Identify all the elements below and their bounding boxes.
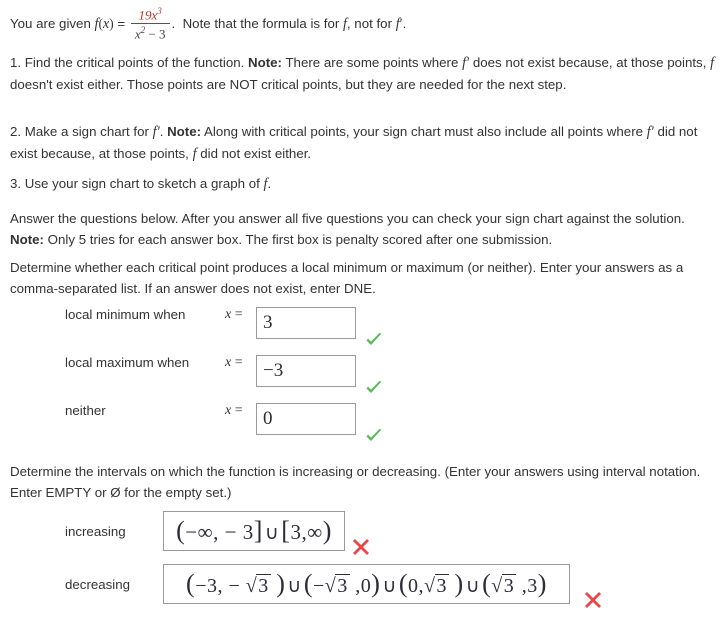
fraction-denominator: x2 − 3 (130, 22, 170, 42)
x-equals-local-minimum: x = (225, 307, 243, 322)
answer-row-local-minimum: local minimum when x = (65, 307, 356, 339)
instruction-step-1: 1. Find the critical points of the funct… (10, 52, 716, 95)
step2-text-e: did not exist either. (196, 146, 312, 161)
input-local-maximum[interactable] (256, 355, 356, 387)
step2-text-a: 2. Make a sign chart for (10, 124, 153, 139)
step1-text-c: does not exist because, at those points, (469, 55, 711, 70)
question-1-prompt: Determine whether each critical point pr… (10, 257, 716, 299)
step2-text-b: . (159, 124, 168, 139)
step1-f-1: f (710, 55, 715, 71)
input-decreasing[interactable]: (−3, − √3 ) ∪(−√3 ,0) ∪(0,√3 ) ∪(√3 ,3) (163, 564, 570, 604)
step3-text-a: 3. Use your sign chart to sketch a graph… (10, 176, 264, 191)
label-decreasing-wrap: decreasing (65, 577, 130, 592)
instruction-step-3: 3. Use your sign chart to sketch a graph… (10, 173, 716, 195)
step1-text-d: doesn't exist either. Those points are N… (10, 77, 567, 92)
answer-row-neither: neither x = (65, 403, 356, 435)
input-increasing-value: (−∞, − 3] ∪[3,∞) (176, 516, 332, 545)
problem-statement: You are given f(x) = 19x3 x2 − 3. Note th… (10, 6, 720, 42)
check-icon-local-maximum (364, 378, 384, 398)
input-local-minimum[interactable] (256, 307, 356, 339)
label-increasing-wrap: increasing (65, 524, 126, 539)
step1-text-a: 1. Find the critical points of the funct… (10, 55, 248, 70)
step1-note-label: Note: (248, 55, 282, 70)
label-local-minimum: local minimum when (65, 307, 186, 322)
label-neither: neither (65, 403, 106, 418)
x-equals-local-maximum: x = (225, 355, 243, 370)
formula-fraction: 19x3 x2 − 3 (130, 6, 170, 42)
check-icon-neither (364, 426, 384, 446)
problem-intro-post: . Note that the formula is for f, not fo… (171, 16, 407, 33)
x-equals-neither: x = (225, 403, 243, 418)
cross-icon-decreasing (584, 591, 604, 611)
exercise-page: You are given f(x) = 19x3 x2 − 3. Note th… (0, 0, 727, 640)
fraction-numerator: 19x3 (138, 6, 162, 23)
step2-fprime-2: f′ (646, 124, 654, 140)
equals-sign: = (113, 16, 129, 32)
problem-intro-pre: You are given (10, 16, 95, 32)
step1-text-b: There are some points where (281, 55, 463, 70)
label-decreasing: decreasing (65, 577, 131, 592)
cross-icon-increasing (352, 538, 372, 558)
answer-intro-b: Only 5 tries for each answer box. The fi… (43, 232, 553, 247)
question-1-prompt-text: Determine whether each critical point pr… (10, 260, 684, 296)
label-local-maximum: local maximum when (65, 355, 190, 370)
label-increasing: increasing (65, 524, 126, 539)
answer-row-local-maximum: local maximum when x = (65, 355, 356, 387)
instruction-step-2: 2. Make a sign chart for f′. Note: Along… (10, 121, 716, 165)
input-decreasing-value: (−3, − √3 ) ∪(−√3 ,0) ∪(0,√3 ) ∪(√3 ,3) (186, 569, 547, 598)
question-2-prompt: Determine the intervals on which the fun… (10, 461, 716, 503)
step3-text-b: . (267, 176, 272, 191)
answer-instructions: Answer the questions below. After you an… (10, 208, 716, 250)
step2-fprime-1: f′ (152, 124, 160, 140)
input-increasing[interactable]: (−∞, − 3] ∪[3,∞) (163, 511, 345, 551)
answer-intro-a: Answer the questions below. After you an… (10, 211, 685, 226)
input-neither[interactable] (256, 403, 356, 435)
check-icon-local-minimum (364, 330, 384, 350)
answer-intro-note-label: Note: (10, 232, 44, 247)
question-2-prompt-text: Determine the intervals on which the fun… (10, 464, 701, 500)
step2-note-label: Note: (167, 124, 202, 139)
step2-text-c: Along with critical points, your sign ch… (201, 124, 647, 139)
